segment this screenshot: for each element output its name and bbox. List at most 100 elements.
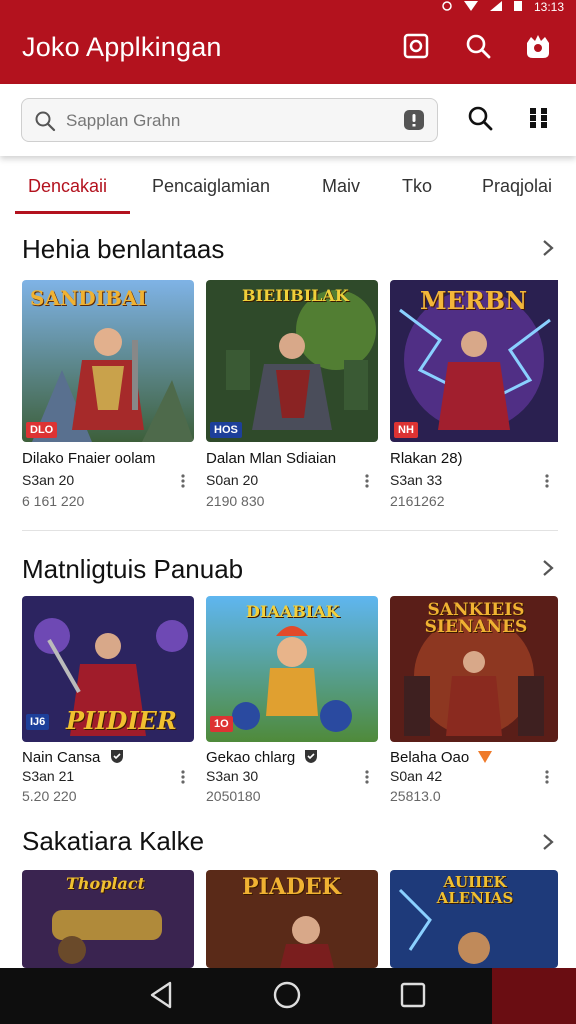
app-meta: S3an 20 [22,472,75,488]
app-name: Nain Cansa [22,748,101,766]
art-title: SANKIEIS SIENANES [424,600,528,637]
app-downloads: 2190 830 [206,493,265,509]
app-card[interactable]: 1O DIAABIAK Gekao chlarg S3an 30 2050180 [206,596,378,806]
appbar-search-button[interactable] [462,32,494,64]
more-vert-icon[interactable] [544,770,550,784]
app-badge: NH [394,422,418,438]
art-title: PIADEK [242,874,341,900]
more-vert-icon[interactable] [180,770,186,784]
verified-icon [109,748,125,768]
section-title: Sakatiara Kalke [22,826,205,856]
battery-icon [513,0,522,14]
status-time: 13:13 [533,0,564,14]
app-name-row: Gekao chlarg [206,748,319,768]
app-meta: S3an 30 [206,768,259,784]
app-downloads: 5.20 220 [22,788,77,804]
app-thumbnail: DLO SANDIBAI [22,280,194,442]
art-title: PIIDIER [66,706,177,735]
more-vert-icon[interactable] [364,474,370,488]
profile-icon [523,31,553,66]
app-name: Dilako Fnaier oolam [22,450,156,467]
app-badge: HOS [210,422,242,438]
app-downloads: 2050180 [206,788,261,804]
app-downloads: 6 161 220 [22,493,85,509]
app-bar: Joko Applkingan [0,14,576,84]
art-title: MERBN [420,286,528,315]
app-thumbnail: AUIIEK ALENIAS [390,870,558,968]
profile-button[interactable] [522,32,554,64]
alarm-icon [442,0,452,14]
section-title: Matnligtuis Panuab [22,554,244,584]
search-bar-container [0,84,576,156]
app-card[interactable]: AUIIEK ALENIAS [390,870,562,968]
app-card[interactable]: IJ6 PIIDIER Nain Cansa S3an 21 5.20 220 [22,596,194,806]
art-title: AUIIEK ALENIAS [436,873,514,907]
tab-0[interactable]: Dencakaii [28,176,107,197]
verified-icon [477,748,493,768]
wifi-icon [463,0,478,14]
recents-icon [400,982,426,1013]
home-button[interactable] [272,981,302,1012]
back-button[interactable] [146,981,176,1014]
camera-button[interactable] [400,32,432,64]
app-thumbnail: NH MERBN [390,280,562,442]
art-title: SANDIBAI [30,286,147,310]
grid-menu-button[interactable] [524,104,556,136]
app-meta: S0an 20 [206,472,259,488]
app-thumbnail: Thoplact [22,870,194,968]
search-box[interactable] [21,98,438,142]
section-divider [22,530,558,531]
app-name-row: Nain Cansa [22,748,125,768]
app-name: Gekao chlarg [206,748,296,766]
tab-4[interactable]: Praqjolai [482,176,552,197]
more-vert-icon[interactable] [364,770,370,784]
back-icon [148,981,174,1014]
app-card[interactable]: Thoplact [22,870,194,968]
app-meta: S3an 33 [390,472,443,488]
chevron-right-icon[interactable] [540,238,556,258]
more-vert-icon[interactable] [180,474,186,488]
app-downloads: 2161262 [390,493,445,509]
art-title: Thoplact [66,874,145,893]
nav-accent [492,968,576,1024]
search-icon [464,32,492,65]
search-icon [466,104,494,137]
app-card[interactable]: HOS BIEIIBILAK Dalan Mlan Sdiaian S0an 2… [206,280,378,520]
app-badge: DLO [26,422,58,438]
system-nav-bar [0,968,576,1024]
signal-icon [489,0,502,14]
tab-1[interactable]: Pencaiglamian [152,176,270,197]
app-card[interactable]: SANKIEIS SIENANES Belaha Oao S0an 42 258… [390,596,562,806]
recents-button[interactable] [398,982,428,1012]
verified-icon [303,748,319,768]
app-thumbnail: HOS BIEIIBILAK [206,280,378,442]
search-input[interactable] [66,107,386,135]
search-submit-button[interactable] [464,104,496,136]
app-thumbnail: SANKIEIS SIENANES [390,596,558,742]
status-bar: 13:13 [0,0,576,14]
app-meta: S3an 21 [22,768,75,784]
app-name-row: Belaha Oao [390,748,493,768]
app-title: Joko Applkingan [22,32,222,62]
chevron-right-icon[interactable] [540,558,556,578]
app-badge: 1O [210,716,233,732]
active-tab-indicator [15,211,130,214]
app-downloads: 25813.0 [390,788,441,804]
tab-3[interactable]: Tko [402,176,432,197]
app-meta: S0an 42 [390,768,443,784]
section-title: Hehia benlantaas [22,234,225,264]
app-card[interactable]: DLO SANDIBAI Dilako Fnaier oolam S3an 20… [22,280,194,520]
app-thumbnail: IJ6 PIIDIER [22,596,194,742]
app-card[interactable]: PIADEK [206,870,378,968]
category-tabs: Dencakaii Pencaiglamian Maiv Tko Praqjol… [0,166,576,216]
search-icon [34,110,56,137]
chevron-right-icon[interactable] [540,832,556,852]
app-badge: IJ6 [26,714,50,730]
mic-icon[interactable] [403,109,425,136]
app-name: Belaha Oao [390,748,470,766]
tab-2[interactable]: Maiv [322,176,360,197]
grid-icon [529,107,551,134]
app-thumbnail: PIADEK [206,870,378,968]
more-vert-icon[interactable] [544,474,550,488]
app-card[interactable]: NH MERBN Rlakan 28) S3an 33 2161262 [390,280,562,520]
